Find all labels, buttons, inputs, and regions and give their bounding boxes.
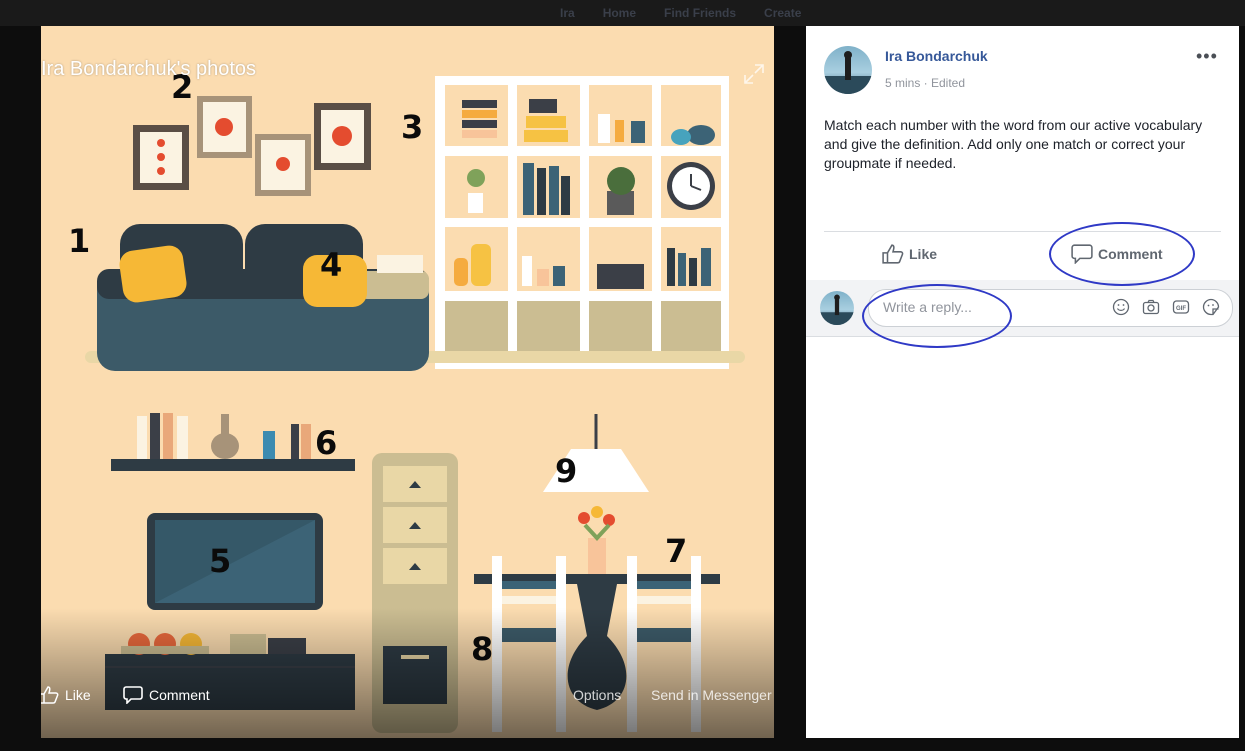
photo-options-link[interactable]: Options: [573, 687, 621, 703]
divider: [824, 231, 1221, 232]
speech-bubble-icon: [1071, 244, 1093, 264]
top-nav-bar: Ira Home Find Friends Create: [0, 0, 1245, 26]
number-label-6: 6: [315, 424, 338, 462]
photo-comment-label: Comment: [149, 687, 210, 703]
post-comment-button[interactable]: Comment: [1071, 244, 1163, 264]
bookcase: [435, 76, 729, 369]
number-label-9: 9: [555, 452, 578, 490]
speech-bubble-icon: [123, 686, 143, 704]
reply-icons: GIF: [1112, 298, 1220, 316]
photo-like-button[interactable]: Like: [41, 686, 91, 704]
post-panel: Ira Bondarchuk 5 mins · Edited ••• Match…: [806, 26, 1239, 738]
smiley-icon[interactable]: [1112, 298, 1130, 316]
reply-input[interactable]: [881, 298, 1075, 316]
photo-send-messenger-link[interactable]: Send in Messenger: [651, 687, 772, 703]
post-like-button[interactable]: Like: [882, 244, 937, 264]
nav-find-friends-link[interactable]: Find Friends: [664, 6, 736, 20]
svg-text:GIF: GIF: [1176, 306, 1186, 312]
number-label-4: 4: [320, 246, 343, 284]
author-avatar[interactable]: [824, 46, 872, 94]
post-body: Match each number with the word from our…: [824, 117, 1203, 171]
avatar-figure: [820, 294, 854, 325]
photo-comment-button[interactable]: Comment: [123, 686, 210, 704]
camera-icon[interactable]: [1142, 298, 1160, 316]
thumbs-up-icon: [41, 686, 59, 704]
expand-icon[interactable]: [742, 62, 766, 86]
nav-home-link[interactable]: Home: [603, 6, 636, 20]
photo-bottom-gradient: [41, 608, 774, 738]
nav-profile-link[interactable]: Ira: [560, 6, 575, 20]
reply-bar: GIF: [806, 280, 1239, 337]
number-label-1: 1: [68, 222, 91, 260]
wall-pictures: [133, 96, 371, 196]
photo-viewer[interactable]: 1 2 3 4 5 6 7 8 9 Ira Bondarchuk's photo…: [41, 26, 774, 738]
number-label-3: 3: [401, 108, 424, 146]
sticker-icon[interactable]: [1202, 298, 1220, 316]
number-label-7: 7: [665, 532, 688, 570]
thumbs-up-icon: [882, 244, 904, 264]
nav-create-link[interactable]: Create: [764, 6, 801, 20]
photo-action-bar: Like Comment Options Send in Messenger: [41, 684, 774, 706]
ellipsis-icon: •••: [1196, 46, 1218, 66]
number-label-5: 5: [209, 542, 232, 580]
post-like-label: Like: [909, 246, 938, 262]
avatar-figure: [824, 51, 872, 94]
photo-like-label: Like: [65, 687, 91, 703]
more-options-button[interactable]: •••: [1196, 46, 1218, 67]
album-title[interactable]: Ira Bondarchuk's photos: [41, 58, 256, 81]
top-nav: Ira Home Find Friends Create: [560, 6, 801, 20]
gif-icon[interactable]: GIF: [1172, 298, 1190, 316]
post-timestamp[interactable]: 5 mins · Edited: [885, 76, 965, 90]
post-comment-label: Comment: [1098, 246, 1163, 262]
reply-input-box[interactable]: GIF: [868, 289, 1233, 327]
post-author-name[interactable]: Ira Bondarchuk: [885, 48, 988, 64]
user-avatar[interactable]: [820, 291, 854, 325]
